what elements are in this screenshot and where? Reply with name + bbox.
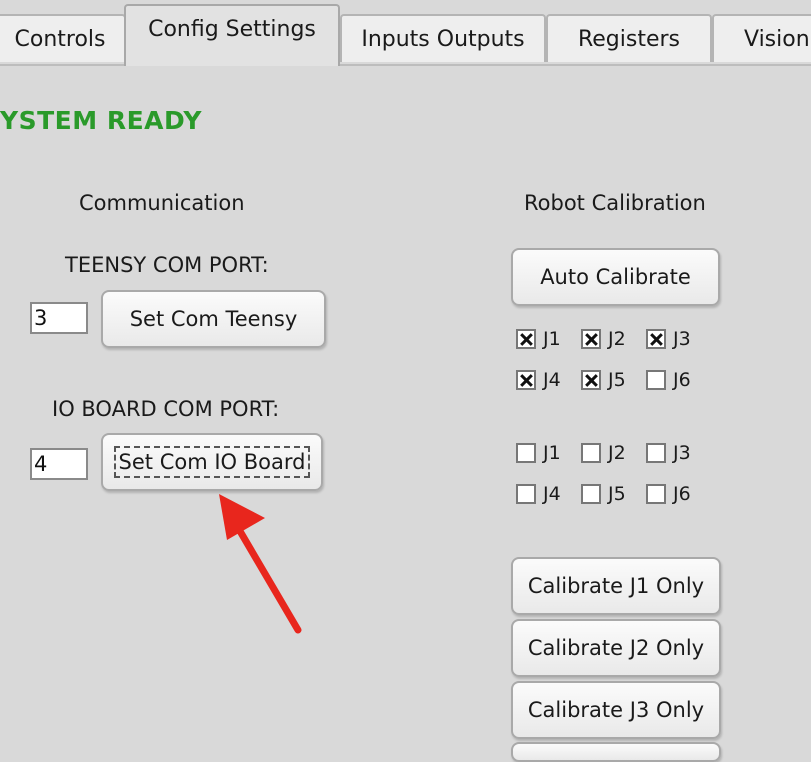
tab-inputs-outputs[interactable]: Inputs Outputs	[340, 14, 546, 62]
checkbox-j3[interactable]	[646, 329, 666, 349]
set-com-io-board-label: Set Com IO Board	[113, 446, 311, 478]
checkbox-label: J3	[673, 442, 691, 464]
checkbox-j5[interactable]	[581, 370, 601, 390]
checkbox-j1[interactable]	[516, 443, 536, 463]
calibrate-j3-only-button[interactable]: Calibrate J3 Only	[511, 681, 721, 739]
red-arrow-icon	[219, 494, 302, 634]
calibration-checkboxes-set-2: J1 J2 J3 J4 J5 J6	[516, 440, 711, 522]
status-text: YSTEM READY	[0, 106, 203, 135]
checkbox-label: J1	[543, 442, 561, 464]
checkbox-label: J6	[673, 369, 691, 391]
tab-bar: Controls Config Settings Inputs Outputs …	[0, 0, 811, 66]
checkbox-label: J5	[608, 369, 626, 391]
tab-divider	[0, 64, 811, 66]
checkbox-label: J1	[543, 328, 561, 350]
calibrate-next-button[interactable]	[511, 742, 721, 762]
checkbox-j1[interactable]	[516, 329, 536, 349]
communication-title: Communication	[79, 191, 245, 215]
calibration-checkboxes-set-1: J1 J2 J3 J4 J5 J6	[516, 326, 711, 408]
teensy-com-port-label: TEENSY COM PORT:	[65, 253, 269, 277]
io-board-com-port-label: IO BOARD COM PORT:	[52, 397, 280, 421]
tab-registers[interactable]: Registers	[546, 14, 712, 62]
set-com-io-board-button[interactable]: Set Com IO Board	[101, 433, 323, 491]
checkbox-j5[interactable]	[581, 484, 601, 504]
checkbox-label: J2	[608, 442, 626, 464]
robot-calibration-title: Robot Calibration	[524, 191, 706, 215]
checkbox-j2[interactable]	[581, 329, 601, 349]
checkbox-j3[interactable]	[646, 443, 666, 463]
auto-calibrate-button[interactable]: Auto Calibrate	[511, 248, 720, 306]
tab-controls[interactable]: Controls	[0, 14, 126, 62]
checkbox-j4[interactable]	[516, 484, 536, 504]
checkbox-j4[interactable]	[516, 370, 536, 390]
checkbox-label: J4	[543, 483, 561, 505]
checkbox-label: J4	[543, 369, 561, 391]
checkbox-label: J6	[673, 483, 691, 505]
checkbox-j2[interactable]	[581, 443, 601, 463]
io-board-com-port-field[interactable]	[30, 448, 88, 480]
checkbox-label: J5	[608, 483, 626, 505]
tab-vision[interactable]: Vision	[712, 14, 811, 62]
checkbox-j6[interactable]	[646, 370, 666, 390]
calibrate-j1-only-button[interactable]: Calibrate J1 Only	[511, 557, 721, 615]
checkbox-label: J3	[673, 328, 691, 350]
checkbox-label: J2	[608, 328, 626, 350]
tab-config-settings[interactable]: Config Settings	[124, 4, 340, 66]
calibrate-j2-only-button[interactable]: Calibrate J2 Only	[511, 619, 721, 677]
set-com-teensy-button[interactable]: Set Com Teensy	[101, 290, 326, 348]
checkbox-j6[interactable]	[646, 484, 666, 504]
teensy-com-port-field[interactable]	[30, 302, 88, 334]
